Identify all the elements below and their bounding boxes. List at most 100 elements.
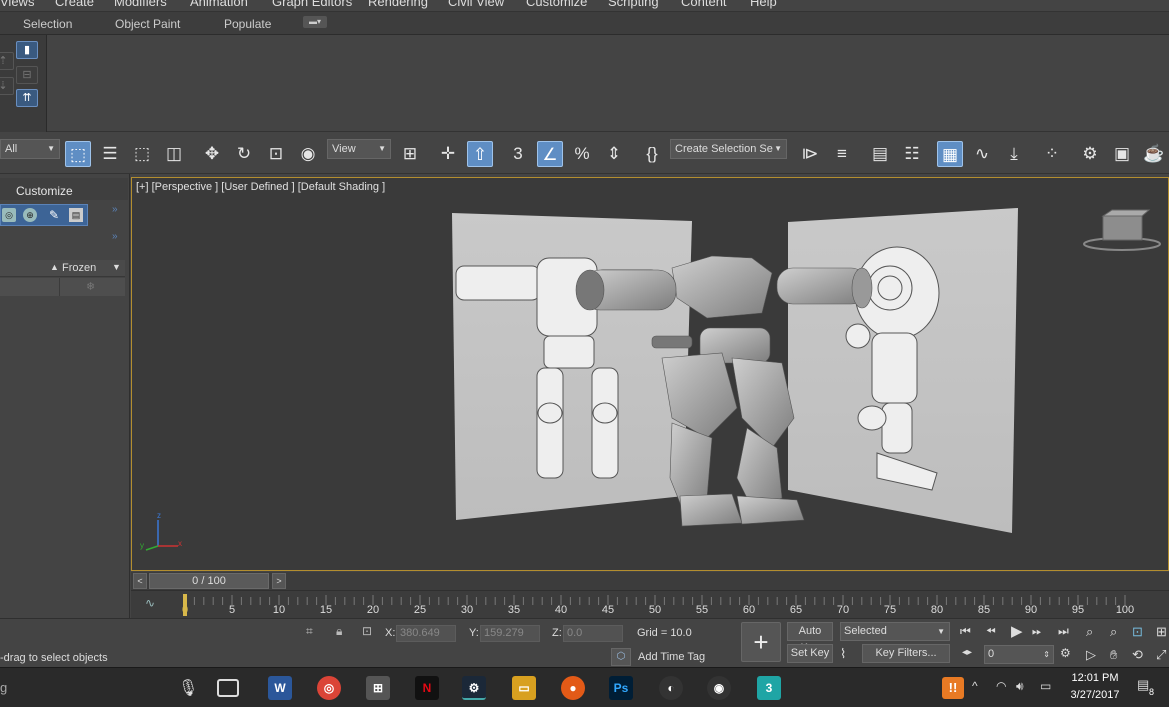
store-icon[interactable]: ⊞	[366, 676, 390, 700]
selection-filter-dropdown[interactable]: All ▼	[0, 139, 60, 159]
menu-item-modifiers[interactable]: Modifiers	[114, 0, 167, 9]
volume-icon[interactable]: 🔊︎	[1016, 679, 1024, 694]
column-header-frozen[interactable]: Frozen	[62, 262, 96, 274]
percent-snap-icon[interactable]: %	[569, 141, 595, 167]
toggle-ribbon-icon[interactable]: ▦	[937, 141, 963, 167]
schematic-view-icon[interactable]: ⤓	[1001, 141, 1027, 167]
field-of-view-icon[interactable]: ▷	[1086, 647, 1096, 663]
next-frame-icon[interactable]: >	[272, 573, 286, 589]
time-slider-thumb[interactable]: 0 / 100	[149, 573, 269, 589]
x-coordinate-field[interactable]: 380.649	[396, 625, 456, 642]
ribbon-distribute-icon[interactable]: ⊟	[16, 66, 38, 84]
menu-item-create[interactable]: Create	[55, 0, 94, 9]
auto-key-button[interactable]: Auto Key	[787, 622, 833, 654]
app-icon[interactable]: ◐	[659, 676, 683, 700]
set-key-big-icon[interactable]: +	[741, 622, 781, 662]
word-icon[interactable]: W	[268, 676, 292, 700]
microphone-icon[interactable]: 🎙︎	[178, 678, 198, 698]
time-tag-icon[interactable]: ⬡	[611, 648, 631, 666]
zoom-extents-icon[interactable]: ⊡	[1132, 624, 1143, 640]
maximize-viewport-icon[interactable]: ⤢	[1156, 647, 1166, 663]
rectangular-selection-icon[interactable]: ⬚	[129, 141, 155, 167]
named-selection-set-dropdown[interactable]: Create Selection Se ▼	[670, 139, 787, 159]
ribbon-spacing-icon[interactable]: ⇈	[16, 89, 38, 107]
battery-icon[interactable]: ▭	[1040, 679, 1051, 693]
ribbon-down-icon[interactable]: ⇣	[0, 77, 14, 95]
scene-explorer-row[interactable]: ❄	[0, 278, 125, 296]
obs-icon[interactable]: ◉	[707, 676, 731, 700]
z-coordinate-field[interactable]: 0.0	[563, 625, 623, 642]
origin-icon[interactable]: ●	[561, 676, 585, 700]
ribbon-options-icon[interactable]: ▬▾	[303, 16, 327, 28]
menu-item-rendering[interactable]: Rendering	[368, 0, 428, 9]
viewcube[interactable]	[1083, 209, 1161, 251]
expand-chevron-icon-2[interactable]: »	[112, 231, 118, 242]
ribbon-align-icon[interactable]: ▮	[16, 41, 38, 59]
notification-app-icon[interactable]: !!	[942, 677, 964, 699]
utilities-icon[interactable]: ⊕	[23, 208, 37, 222]
go-to-end-icon[interactable]: ⏭	[1058, 624, 1069, 639]
next-key-icon[interactable]: ⏩︎	[1032, 624, 1042, 639]
timeline[interactable]: ∿ 0 5 10 15 20 25 30 35 40 45 50 55 60 65 70 75 80 85 90 95…	[131, 590, 1169, 618]
previous-key-icon[interactable]: ⏪︎	[986, 624, 996, 639]
selection-set-dropdown[interactable]: Selected ▼	[840, 622, 950, 641]
window-crossing-icon[interactable]: ◫	[161, 141, 187, 167]
render-setup-icon[interactable]: ⚙	[1077, 141, 1103, 167]
edit-named-selection-icon[interactable]: {}	[639, 141, 665, 167]
snaps-toggle-icon[interactable]: 3	[505, 141, 531, 167]
customize-tab[interactable]: Customize	[16, 184, 73, 198]
tab-object-paint[interactable]: Object Paint	[115, 17, 180, 31]
set-key-button[interactable]: Set Key	[787, 644, 833, 663]
select-object-icon[interactable]: ⬚	[65, 141, 91, 167]
spinner-snap-icon[interactable]: ⇕	[601, 141, 627, 167]
key-filters-button[interactable]: Key Filters...	[862, 644, 950, 663]
render-production-icon[interactable]: ☕	[1141, 141, 1167, 167]
align-icon[interactable]: ≡	[829, 141, 855, 167]
add-time-tag[interactable]: Add Time Tag	[638, 651, 705, 663]
search-box-text[interactable]: g	[0, 680, 7, 695]
menu-item-graph-editors[interactable]: Graph Editors	[272, 0, 352, 9]
show-hidden-icons-icon[interactable]: ^	[972, 679, 978, 693]
menu-item-civil-view[interactable]: Civil View	[448, 0, 504, 9]
select-manipulate-icon[interactable]: ✛	[435, 141, 461, 167]
task-view-icon[interactable]	[217, 679, 239, 697]
layers-icon[interactable]: ☷	[899, 141, 925, 167]
menu-item-help[interactable]: Help	[750, 0, 777, 9]
tab-selection[interactable]: Selection	[23, 17, 72, 31]
tab-populate[interactable]: Populate	[224, 17, 271, 31]
sort-ascending-icon[interactable]: ▲	[50, 262, 59, 272]
y-coordinate-field[interactable]: 159.279	[480, 625, 540, 642]
perspective-viewport[interactable]: [+] [Perspective ] [User Defined ] [Defa…	[131, 177, 1169, 571]
reference-coordinate-dropdown[interactable]: View ▼	[327, 139, 391, 159]
photoshop-icon[interactable]: Ps	[609, 676, 633, 700]
column-menu-chevron-icon[interactable]: ▼	[112, 262, 121, 272]
play-icon[interactable]: ▶	[1011, 622, 1023, 640]
menu-item-animation[interactable]: Animation	[190, 0, 248, 9]
pan-icon[interactable]: ✋︎	[1110, 647, 1117, 663]
freeze-snowflake-icon[interactable]: ❄	[86, 280, 95, 293]
zoom-all-icon[interactable]: ⌕	[1110, 624, 1117, 640]
go-to-start-icon[interactable]: ⏮	[960, 624, 971, 639]
3ds-max-icon[interactable]: 3	[757, 676, 781, 700]
menu-item-scripting[interactable]: Scripting	[608, 0, 659, 9]
clock-time[interactable]: 12:01 PM	[1071, 672, 1119, 684]
place-icon[interactable]: ◉	[295, 141, 321, 167]
angle-snap-icon[interactable]: ∠	[537, 141, 563, 167]
curve-editor-icon[interactable]: ∿	[969, 141, 995, 167]
zoom-icon[interactable]: ⌕	[1086, 624, 1093, 640]
pivot-center-icon[interactable]: ⊞	[397, 141, 423, 167]
display-icon[interactable]: ◎	[2, 208, 16, 222]
menu-item-views[interactable]: Views	[0, 0, 34, 9]
previous-frame-icon[interactable]: <	[133, 573, 147, 589]
action-center-icon[interactable]: ▤	[1137, 677, 1149, 693]
material-editor-icon[interactable]: ⁘	[1039, 141, 1065, 167]
time-slider[interactable]: < 0 / 100 >	[131, 572, 1169, 590]
menu-item-content[interactable]: Content	[681, 0, 727, 9]
mirror-icon[interactable]: ⧐	[797, 141, 823, 167]
absolute-mode-icon[interactable]: ⊡	[362, 624, 372, 638]
expand-chevron-icon[interactable]: »	[112, 204, 118, 215]
move-icon[interactable]: ✥	[199, 141, 225, 167]
steam-icon[interactable]: ⚙	[462, 676, 486, 700]
rotate-icon[interactable]: ↻	[231, 141, 257, 167]
current-frame-field[interactable]: 0 ⇕	[984, 645, 1054, 664]
